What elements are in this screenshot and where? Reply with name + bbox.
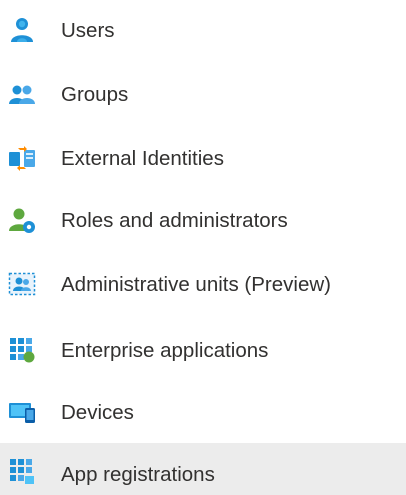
enterprise-apps-icon — [7, 335, 37, 365]
devices-icon — [7, 397, 37, 427]
sidebar-item-enterprise-applications[interactable]: Enterprise applications — [0, 320, 406, 382]
sidebar-item-label: Administrative units (Preview) — [61, 273, 331, 296]
sidebar-item-label: Devices — [61, 401, 134, 424]
roles-icon — [7, 205, 37, 235]
sidebar-item-label: Enterprise applications — [61, 339, 269, 362]
sidebar-item-label: Groups — [61, 83, 129, 106]
app-registrations-icon — [7, 456, 37, 486]
sidebar-item-label: External Identities — [61, 147, 224, 170]
external-identities-icon — [7, 143, 37, 173]
sidebar-item-label: Users — [61, 19, 115, 42]
sidebar-item-roles-and-administrators[interactable]: Roles and administrators — [0, 190, 406, 252]
sidebar-item-app-registrations[interactable]: App registrations — [0, 443, 406, 495]
sidebar-item-groups[interactable]: Groups — [0, 64, 406, 126]
groups-icon — [7, 79, 37, 109]
sidebar-item-external-identities[interactable]: External Identities — [0, 128, 406, 190]
sidebar-item-label: App registrations — [61, 463, 215, 486]
sidebar-item-devices[interactable]: Devices — [0, 382, 406, 444]
user-icon — [7, 15, 37, 45]
admin-units-icon — [7, 269, 37, 299]
sidebar-item-users[interactable]: Users — [0, 0, 406, 62]
sidebar-item-label: Roles and administrators — [61, 209, 288, 232]
sidebar-nav: Users Groups External Identities Roles a… — [0, 0, 406, 495]
sidebar-item-administrative-units[interactable]: Administrative units (Preview) — [0, 254, 406, 316]
